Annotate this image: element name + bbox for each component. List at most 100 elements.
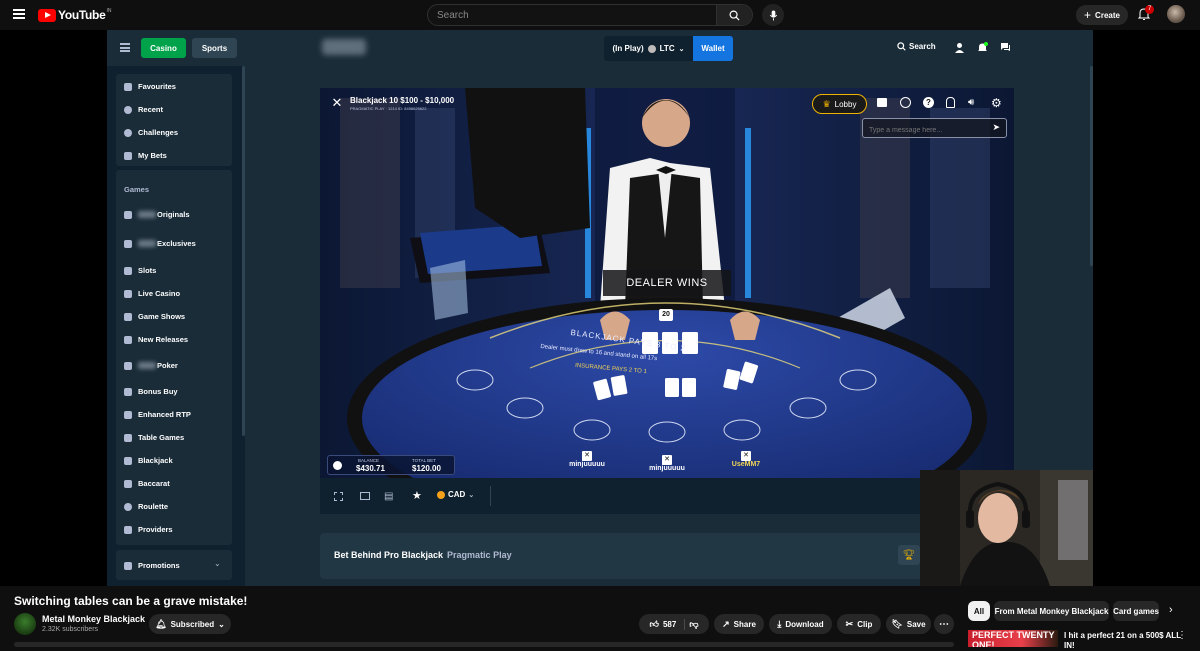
more-actions-button[interactable]: ⋯: [934, 614, 954, 634]
sidebar-item-new-releases[interactable]: New Releases: [124, 335, 188, 344]
table-subtitle: PRAGMATIC PLAY · 1214 ID: 8458625622: [350, 106, 427, 111]
channel-name[interactable]: Metal Monkey Blackjack: [42, 614, 145, 624]
sidebar-item-enhanced-rtp[interactable]: Enhanced RTP: [124, 410, 191, 419]
subscribed-button[interactable]: 🔔︎ Subscribed ⌄: [149, 614, 231, 634]
headset-icon: [124, 289, 132, 298]
close-icon[interactable]: ✕: [662, 455, 672, 465]
wallet-button[interactable]: Wallet: [693, 36, 733, 61]
chat-toggle-icon[interactable]: [877, 98, 887, 107]
sidebar-item-exclusives[interactable]: Exclusives: [124, 239, 196, 248]
game-name[interactable]: Bet Behind Pro Blackjack: [334, 550, 443, 560]
bell-icon[interactable]: [977, 42, 988, 53]
sidebar-item-label: Blackjack: [138, 456, 173, 465]
chat-input-box: ➤: [862, 118, 1007, 140]
sidebar-item-live-casino[interactable]: Live Casino: [124, 289, 180, 298]
chip-all[interactable]: All: [968, 601, 990, 621]
live-blackjack-game[interactable]: BLACKJACK PAYS 3 TO 2 Dealer must draw t…: [320, 88, 1014, 478]
chip-from-channel[interactable]: From Metal Monkey Blackjack: [994, 601, 1109, 621]
user-icon[interactable]: [954, 42, 965, 53]
sidebar-item-game-shows[interactable]: Game Shows: [124, 312, 185, 321]
sidebar-item-promotions[interactable]: Promotions: [124, 561, 180, 570]
chat-icon[interactable]: [1000, 42, 1011, 53]
save-label: Save: [906, 619, 926, 629]
sidebar-scrollbar[interactable]: [242, 66, 245, 436]
result-banner: DEALER WINS: [603, 270, 731, 296]
bonus-icon: [124, 387, 132, 396]
chat-message-input[interactable]: [863, 121, 981, 140]
chevron-down-icon: ⌄: [218, 619, 225, 629]
chevron-down-icon[interactable]: ⌄: [214, 559, 221, 568]
balance-selector[interactable]: (In Play) LTC ⌄: [604, 36, 693, 61]
fullscreen-icon[interactable]: [334, 492, 343, 501]
leaderboard-button[interactable]: 🏆︎: [898, 545, 920, 565]
recommended-video-thumbnail[interactable]: PERFECT TWENTY ONE!: [968, 630, 1058, 647]
player-seat: ✕ minjuuuuu: [563, 451, 611, 468]
bookmark-icon: [124, 239, 132, 248]
sidebar-item-challenges[interactable]: Challenges: [124, 128, 178, 137]
chip-card-games[interactable]: Card games: [1113, 601, 1159, 621]
close-icon[interactable]: ✕: [741, 451, 751, 461]
document-icon: [124, 151, 132, 160]
download-button[interactable]: ⤓ Download: [769, 614, 832, 634]
main-scrollbar[interactable]: [1090, 66, 1093, 266]
tab-sports[interactable]: Sports: [192, 38, 237, 58]
favourite-star-icon[interactable]: ★: [412, 489, 422, 502]
chevron-down-icon: ⌄: [678, 45, 685, 53]
youtube-logo[interactable]: YouTube IN: [38, 8, 111, 22]
sidebar-item-baccarat[interactable]: Baccarat: [124, 479, 170, 488]
volume-icon[interactable]: 🔊︎: [968, 97, 974, 108]
sidebar-item-label: Originals: [157, 210, 190, 219]
more-vertical-icon[interactable]: ⋮: [1177, 630, 1187, 641]
dealer-tip-icon[interactable]: [946, 97, 955, 108]
player-name: minjuuuuu: [569, 461, 605, 468]
brand-name-blurred: [138, 240, 156, 247]
account-avatar[interactable]: [1167, 5, 1185, 23]
share-button[interactable]: ↗ Share: [714, 614, 764, 634]
recommended-video-title[interactable]: I hit a perfect 21 on a 500$ ALL IN!: [1064, 631, 1184, 651]
sidebar-item-blackjack[interactable]: Blackjack: [124, 456, 173, 465]
like-button[interactable]: 👍︎ 587: [650, 618, 686, 630]
sidebar-item-bonus-buy[interactable]: Bonus Buy: [124, 387, 178, 396]
sidebar-item-label: Poker: [157, 361, 178, 370]
casino-search-button[interactable]: Search: [897, 42, 936, 51]
sidebar-item-recent[interactable]: Recent: [124, 105, 163, 114]
game-provider[interactable]: Pragmatic Play: [447, 550, 512, 560]
sidebar-item-originals[interactable]: Originals: [124, 210, 190, 219]
table-title[interactable]: Blackjack 10 $100 - $10,000: [350, 96, 454, 105]
send-icon[interactable]: ➤: [992, 122, 1000, 133]
sidebar-item-favourites[interactable]: Favourites: [124, 82, 176, 91]
theatre-mode-icon[interactable]: [360, 492, 370, 500]
sidebar-item-poker[interactable]: Poker: [124, 361, 178, 370]
sidebar-item-slots[interactable]: Slots: [124, 266, 156, 275]
voice-search-button[interactable]: [762, 4, 784, 26]
lobby-button[interactable]: ♛ Lobby: [812, 94, 867, 114]
channel-avatar[interactable]: [14, 613, 36, 635]
sidebar-item-table-games[interactable]: Table Games: [124, 433, 184, 442]
chevron-right-icon[interactable]: ›: [1169, 604, 1173, 616]
stats-icon[interactable]: ▤: [384, 491, 393, 502]
create-button[interactable]: + Create: [1076, 5, 1128, 25]
menu-icon[interactable]: [13, 9, 25, 19]
search-button[interactable]: [716, 5, 752, 25]
sidebar-item-my-bets[interactable]: My Bets: [124, 151, 167, 160]
tab-casino[interactable]: Casino: [141, 38, 186, 58]
close-game-button[interactable]: ✕: [330, 96, 344, 110]
sidebar-group-games: [116, 170, 232, 545]
history-icon[interactable]: [900, 97, 911, 108]
sidebar-item-providers[interactable]: Providers: [124, 525, 173, 534]
help-icon[interactable]: ?: [923, 97, 934, 108]
casino-search-label: Search: [909, 42, 936, 51]
gameshow-icon: [124, 312, 132, 321]
crown-icon: ♛: [822, 98, 831, 109]
clip-button[interactable]: ✂ Clip: [837, 614, 881, 634]
currency-selector[interactable]: CAD ⌄: [437, 490, 474, 499]
sidebar-item-label: Recent: [138, 105, 164, 114]
sidebar-toggle-icon[interactable]: [120, 43, 130, 52]
player-seat: ✕ minjuuuuu: [643, 455, 691, 472]
close-icon[interactable]: ✕: [582, 451, 592, 461]
sidebar-item-roulette[interactable]: Roulette: [124, 502, 168, 511]
save-button[interactable]: 🔖︎ Save: [886, 614, 931, 634]
dislike-button[interactable]: 👎︎: [689, 619, 698, 630]
search-input[interactable]: [428, 5, 716, 25]
settings-gear-icon[interactable]: ⚙: [991, 96, 1002, 110]
